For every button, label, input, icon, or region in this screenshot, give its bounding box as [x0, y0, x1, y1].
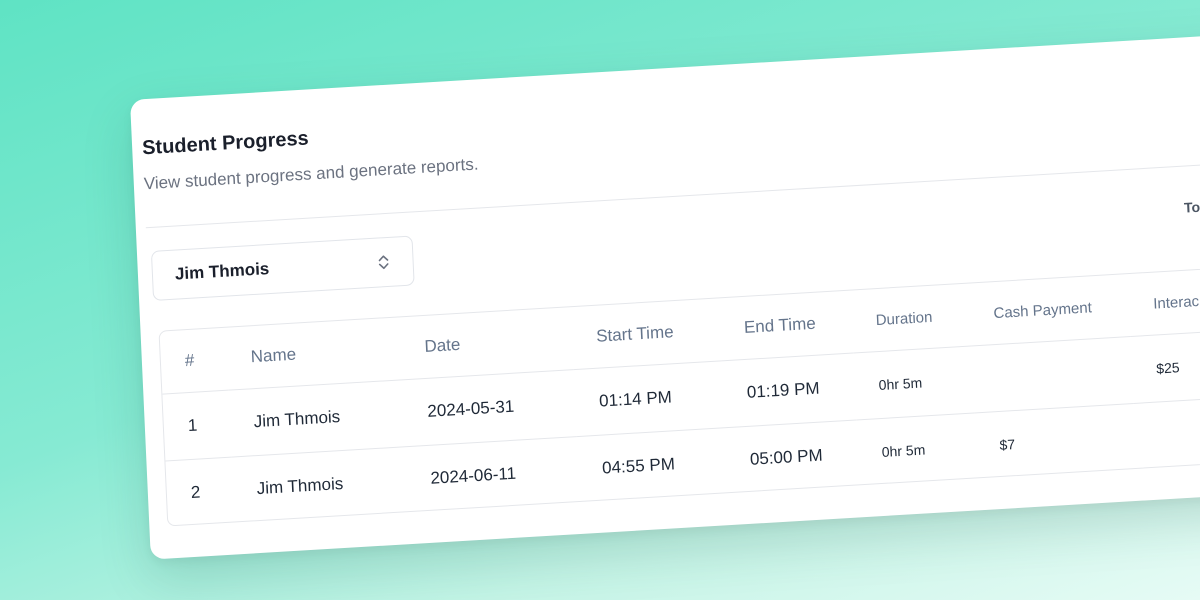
- total-label: Tot: [1183, 198, 1200, 216]
- row-name: Jim Thmois: [256, 474, 344, 499]
- column-header-cash-payment: Cash Payment: [968, 274, 1131, 347]
- page-subtitle: View student progress and generate repor…: [143, 154, 479, 194]
- row-number: 2: [190, 482, 201, 503]
- row-number: 1: [162, 390, 232, 461]
- row-end-time: 05:00 PM: [749, 445, 824, 469]
- chevrons-up-down-icon: [376, 253, 391, 272]
- student-progress-card: Student Progress View student progress a…: [130, 30, 1200, 560]
- card-header: Student Progress View student progress a…: [142, 117, 479, 194]
- row-start-time: 01:14 PM: [573, 360, 725, 437]
- row-interac-payment: [1134, 392, 1200, 470]
- column-header-date: Date: [399, 307, 574, 380]
- row-cash-payment: $7: [999, 436, 1016, 453]
- student-select-value: Jim Thmois: [174, 259, 270, 284]
- column-header-number: #: [159, 327, 229, 395]
- row-start-time: 04:55 PM: [601, 454, 676, 478]
- progress-table: # Name Date Start Time End Time Duration…: [158, 261, 1200, 527]
- page-title: Student Progress: [141, 127, 310, 160]
- column-header-name: Name: [225, 317, 402, 391]
- column-header-start-time: Start Time: [570, 298, 722, 370]
- row-name: Jim Thmois: [228, 379, 406, 458]
- row-duration: 0hr 5m: [881, 441, 926, 460]
- background: Student Progress View student progress a…: [0, 0, 1200, 600]
- column-header-interac-payment: Interac P: [1127, 262, 1200, 337]
- column-header-duration: Duration: [850, 283, 972, 354]
- row-date: 2024-05-31: [401, 369, 577, 447]
- row-end-time: 01:19 PM: [721, 353, 857, 428]
- student-select[interactable]: Jim Thmois: [150, 235, 415, 301]
- row-interac-payment: $25: [1130, 325, 1200, 404]
- column-header-end-time: End Time: [718, 290, 854, 361]
- row-duration: 0hr 5m: [853, 346, 975, 420]
- row-date: 2024-06-11: [430, 463, 517, 488]
- row-cash-payment: [971, 336, 1134, 413]
